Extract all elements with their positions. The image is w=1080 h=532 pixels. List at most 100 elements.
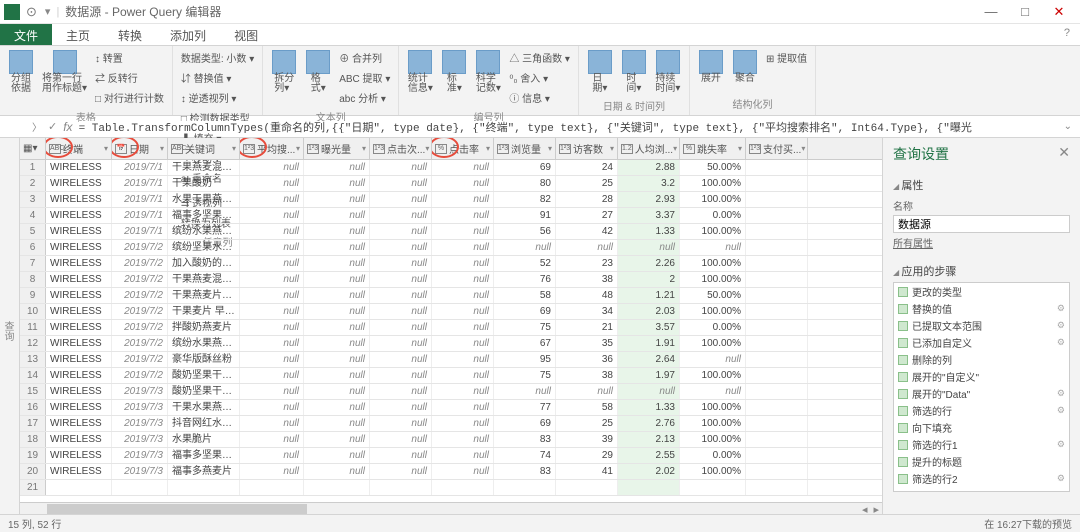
- dropdown-icon[interactable]: ▾: [45, 5, 51, 18]
- qpane-close-icon[interactable]: ✕: [1058, 144, 1070, 164]
- table-row[interactable]: 2WIRELESS2019/7/1干果酸奶nullnullnullnull802…: [20, 176, 882, 192]
- ribbon-button[interactable]: ⊞ 提取值: [764, 48, 809, 67]
- table-row[interactable]: 16WIRELESS2019/7/3干果水果燕麦...nullnullnulln…: [20, 400, 882, 416]
- applied-step[interactable]: 筛选的行1⚙: [894, 436, 1069, 453]
- tab-addcol[interactable]: 添加列: [156, 24, 220, 45]
- column-header[interactable]: %点击率▾: [432, 138, 494, 159]
- column-header[interactable]: 1²3浏览量▾: [494, 138, 556, 159]
- table-row[interactable]: 17WIRELESS2019/7/3抖音网红水果...nullnullnulln…: [20, 416, 882, 432]
- applied-step[interactable]: 替换的值1⚙: [894, 487, 1069, 492]
- column-header[interactable]: 1²3曝光量▾: [304, 138, 370, 159]
- table-row[interactable]: 8WIRELESS2019/7/2干果燕麦混合...nullnullnullnu…: [20, 272, 882, 288]
- table-row[interactable]: 4WIRELESS2019/7/1福事多坚果水...nullnullnullnu…: [20, 208, 882, 224]
- collapse-icon[interactable]: 〉: [32, 119, 42, 134]
- status-bar: 15 列, 52 行 在 16:27下载的预览: [0, 514, 1080, 532]
- applied-step[interactable]: 向下填充: [894, 419, 1069, 436]
- column-header[interactable]: %跳失率▾: [680, 138, 746, 159]
- table-row[interactable]: 6WIRELESS2019/7/2缤纷坚果水果...nullnullnullnu…: [20, 240, 882, 256]
- ribbon-button[interactable]: 时 间▾: [619, 48, 649, 96]
- table-row[interactable]: 10WIRELESS2019/7/2干果麦片 早餐...nullnullnull…: [20, 304, 882, 320]
- applied-step[interactable]: 替换的值⚙: [894, 300, 1069, 317]
- applied-step[interactable]: 已提取文本范围⚙: [894, 317, 1069, 334]
- applied-step[interactable]: 删除的列: [894, 351, 1069, 368]
- ribbon-button[interactable]: 将第一行 用作标题▾: [40, 48, 89, 96]
- column-header[interactable]: 1²3支付买...▾: [746, 138, 808, 159]
- ribbon-button[interactable]: 日 期▾: [585, 48, 615, 96]
- column-header[interactable]: ABC关键词▾: [168, 138, 240, 159]
- table-row[interactable]: 13WIRELESS2019/7/2豪华版酥丝粉nullnullnullnull…: [20, 352, 882, 368]
- table-row[interactable]: 20WIRELESS2019/7/3福事多燕麦片nullnullnullnull…: [20, 464, 882, 480]
- column-header[interactable]: 1²3平均搜...▾: [240, 138, 304, 159]
- table-row[interactable]: 21: [20, 480, 882, 496]
- table-row[interactable]: 11WIRELESS2019/7/2拌酸奶燕麦片nullnullnullnull…: [20, 320, 882, 336]
- applied-step[interactable]: 更改的类型: [894, 283, 1069, 300]
- ribbon-button[interactable]: 统计 信息▾: [405, 48, 435, 96]
- ribbon-button[interactable]: ⓘ 信息 ▾: [507, 88, 572, 107]
- grid-body[interactable]: 1WIRELESS2019/7/1干果燕麦混合...nullnullnullnu…: [20, 160, 882, 502]
- help-icon[interactable]: ?: [1054, 24, 1080, 45]
- status-left: 15 列, 52 行: [8, 516, 61, 531]
- ribbon-button[interactable]: ⇵ 替换值 ▾: [179, 68, 256, 87]
- applied-step[interactable]: 已添加自定义⚙: [894, 334, 1069, 351]
- ribbon-button[interactable]: ↕ 逆透视列 ▾: [179, 88, 256, 107]
- tab-file[interactable]: 文件: [0, 24, 52, 45]
- queries-sidebar[interactable]: 查询: [0, 138, 20, 514]
- table-row[interactable]: 19WIRELESS2019/7/3福事多坚果水...nullnullnulln…: [20, 448, 882, 464]
- ribbon-button[interactable]: 拆分 列▾: [269, 48, 299, 96]
- applied-step[interactable]: 展开的"自定义": [894, 368, 1069, 385]
- tab-view[interactable]: 视图: [220, 24, 272, 45]
- table-row[interactable]: 15WIRELESS2019/7/3酸奶坚果干果...nullnullnulln…: [20, 384, 882, 400]
- ribbon-button[interactable]: 科学 记数▾: [473, 48, 503, 96]
- ribbon-button[interactable]: ↕ 转置: [93, 48, 166, 67]
- maximize-button[interactable]: □: [1008, 4, 1042, 20]
- table-row[interactable]: 14WIRELESS2019/7/2酸奶坚果干果...nullnullnulln…: [20, 368, 882, 384]
- ribbon-button[interactable]: 数据类型: 小数 ▾: [179, 48, 256, 67]
- ribbon-button[interactable]: 格 式▾: [303, 48, 333, 96]
- tab-transform[interactable]: 转换: [104, 24, 156, 45]
- query-name-input[interactable]: [893, 215, 1070, 233]
- ribbon-button[interactable]: ⇄ 反转行: [93, 68, 166, 87]
- applied-step[interactable]: 筛选的行2⚙: [894, 470, 1069, 487]
- ribbon-button[interactable]: 持续 时间▾: [653, 48, 683, 96]
- ribbon-button[interactable]: △ 三角函数 ▾: [507, 48, 572, 67]
- check-icon[interactable]: ✓: [48, 120, 57, 133]
- table-row[interactable]: 3WIRELESS2019/7/1水果干果燕麦...nullnullnullnu…: [20, 192, 882, 208]
- table-row[interactable]: 7WIRELESS2019/7/2加入酸奶的干...nullnullnullnu…: [20, 256, 882, 272]
- corner-cell[interactable]: ▦▾: [20, 138, 46, 159]
- column-header[interactable]: 1²3访客数▾: [556, 138, 618, 159]
- table-row[interactable]: 5WIRELESS2019/7/1缤纷水果燕麦...nullnullnullnu…: [20, 224, 882, 240]
- ribbon-button[interactable]: 聚合: [730, 48, 760, 86]
- applied-step[interactable]: 筛选的行⚙: [894, 402, 1069, 419]
- table-row[interactable]: 9WIRELESS2019/7/2干果燕麦片混...nullnullnullnu…: [20, 288, 882, 304]
- window-title: 数据源 - Power Query 编辑器: [65, 3, 221, 20]
- ribbon-button[interactable]: ABC 提取 ▾: [337, 68, 392, 87]
- column-header[interactable]: 📅日期▾: [112, 138, 168, 159]
- minimize-button[interactable]: —: [974, 4, 1008, 20]
- tab-home[interactable]: 主页: [52, 24, 104, 45]
- column-header[interactable]: ABC终端▾: [46, 138, 112, 159]
- steps-header[interactable]: 应用的步骤: [893, 260, 1070, 282]
- formula-input[interactable]: [79, 121, 1058, 133]
- ribbon-button[interactable]: 展开: [696, 48, 726, 86]
- table-row[interactable]: 1WIRELESS2019/7/1干果燕麦混合...nullnullnullnu…: [20, 160, 882, 176]
- applied-step[interactable]: 提升的标题: [894, 453, 1069, 470]
- ribbon-button[interactable]: 分组 依据: [6, 48, 36, 96]
- fx-icon[interactable]: fx: [63, 120, 72, 134]
- ribbon-button[interactable]: 标 准▾: [439, 48, 469, 96]
- ribbon-button[interactable]: □ 对行进行计数: [93, 88, 166, 107]
- table-row[interactable]: 18WIRELESS2019/7/3水果脆片nullnullnullnull83…: [20, 432, 882, 448]
- applied-step[interactable]: 展开的"Data"⚙: [894, 385, 1069, 402]
- ribbon-button[interactable]: abc 分析 ▾: [337, 88, 392, 107]
- ribbon-button[interactable]: ⁰₀ 舍入 ▾: [507, 68, 572, 87]
- formula-expand-icon[interactable]: ⌄: [1064, 121, 1072, 132]
- all-properties-link[interactable]: 所有属性: [893, 233, 1070, 252]
- column-header[interactable]: 1.2人均浏...▾: [618, 138, 680, 159]
- ribbon-button[interactable]: ⊕ 合并列: [337, 48, 392, 67]
- column-header[interactable]: 1²3点击次...▾: [370, 138, 432, 159]
- save-icon[interactable]: ⊙: [26, 4, 37, 20]
- close-button[interactable]: ✕: [1042, 4, 1076, 20]
- horizontal-scrollbar[interactable]: ◂ ▸: [20, 502, 882, 514]
- status-right: 在 16:27下载的预览: [984, 516, 1072, 531]
- table-row[interactable]: 12WIRELESS2019/7/2缤纷水果燕麦...nullnullnulln…: [20, 336, 882, 352]
- properties-header[interactable]: 属性: [893, 174, 1070, 196]
